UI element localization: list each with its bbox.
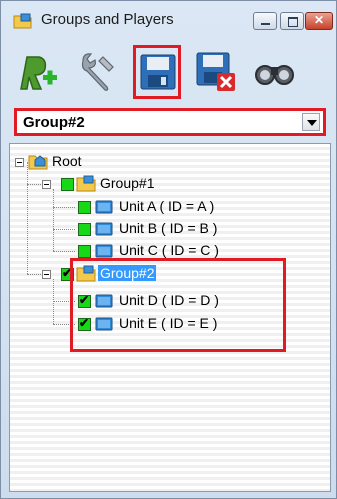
binoculars-icon: [255, 65, 294, 85]
group-select-value: Group#2: [23, 114, 85, 131]
close-button[interactable]: [305, 12, 333, 30]
tree-node-unit-a[interactable]: Unit A ( ID = A ): [10, 197, 270, 217]
groups-and-players-window: Groups and Players ✕ Group#2 Root Group#…: [0, 0, 337, 499]
find-button[interactable]: [249, 45, 297, 99]
save-button[interactable]: [133, 45, 181, 99]
tree-label-unit-b: Unit B ( ID = B ): [119, 220, 218, 236]
tree-label-unit-a: Unit A ( ID = A ): [119, 198, 215, 214]
settings-button[interactable]: [73, 45, 121, 99]
floppy-delete-icon: [196, 52, 235, 91]
window-title: Groups and Players: [41, 11, 174, 28]
title-bar: Groups and Players: [1, 1, 336, 39]
group-folder-icon: [76, 175, 96, 192]
monitor-icon: [95, 200, 113, 214]
tree-label-root: Root: [52, 153, 82, 169]
group2-highlight-box: [70, 258, 286, 352]
collapse-root-toggle[interactable]: [15, 158, 24, 167]
tree-node-root[interactable]: Root: [10, 152, 210, 172]
group1-checkbox[interactable]: [61, 178, 74, 191]
tree-node-unit-b[interactable]: Unit B ( ID = B ): [10, 219, 270, 239]
dropdown-arrow-icon[interactable]: [302, 113, 320, 131]
folder-group-icon: [13, 13, 32, 29]
add-player-icon: [20, 56, 57, 90]
wrench-icon: [81, 53, 114, 91]
tree-label-unit-c: Unit C ( ID = C ): [119, 242, 219, 258]
group-select[interactable]: Group#2: [14, 108, 326, 136]
add-player-button[interactable]: [13, 45, 61, 99]
collapse-group1-toggle[interactable]: [42, 180, 51, 189]
minimize-button[interactable]: [253, 12, 277, 30]
monitor-icon: [95, 244, 113, 258]
delete-button[interactable]: [191, 45, 239, 99]
toolbar: [13, 45, 333, 99]
tree-label-group1: Group#1: [100, 175, 155, 191]
monitor-icon: [95, 222, 113, 236]
floppy-disk-icon: [140, 54, 176, 90]
unit-c-checkbox[interactable]: [78, 245, 91, 258]
maximize-button[interactable]: [280, 12, 304, 30]
unit-a-checkbox[interactable]: [78, 201, 91, 214]
tree-node-group1[interactable]: Group#1: [10, 174, 210, 194]
unit-b-checkbox[interactable]: [78, 223, 91, 236]
root-folder-icon: [28, 155, 48, 170]
groups-tree[interactable]: Root Group#1 Unit A ( ID = A ) Unit B (…: [9, 143, 331, 492]
collapse-group2-toggle[interactable]: [42, 270, 51, 279]
